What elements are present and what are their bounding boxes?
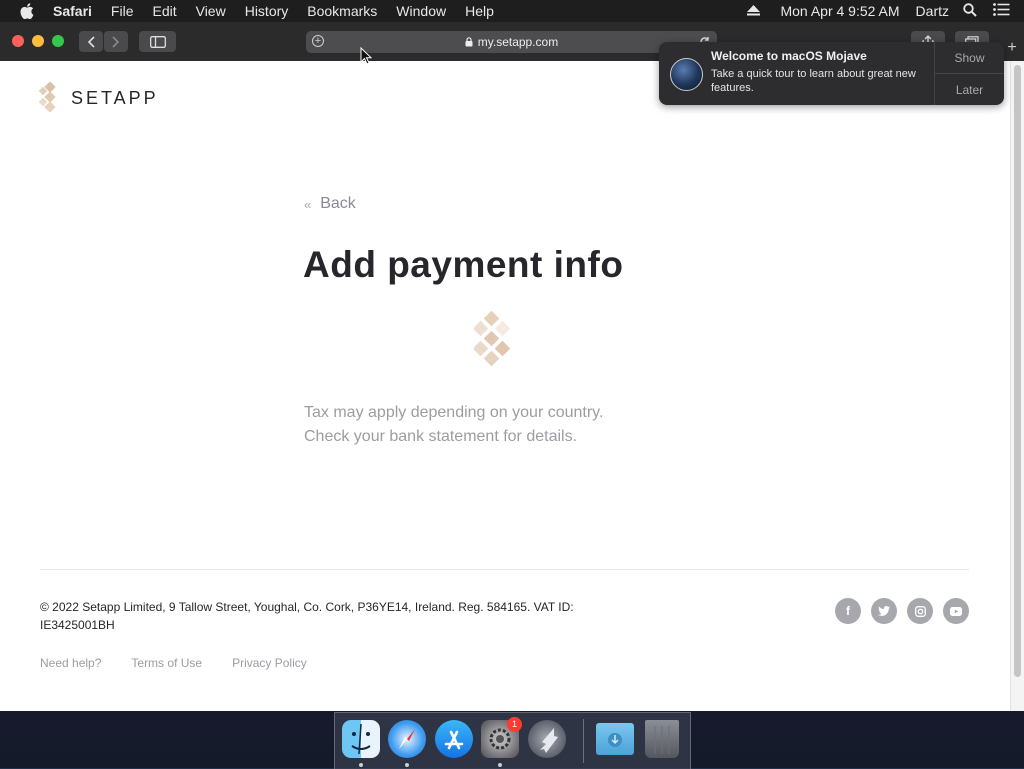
tax-note-line-1: Tax may apply depending on your country. xyxy=(304,404,604,421)
menu-clock[interactable]: Mon Apr 4 9:52 AM xyxy=(780,3,899,19)
back-nav-button[interactable] xyxy=(79,31,103,52)
notification-body: Take a quick tour to learn about great n… xyxy=(711,68,916,94)
menu-bar: Safari File Edit View History Bookmarks … xyxy=(0,0,1024,22)
footer-divider xyxy=(40,569,969,570)
copyright-text: © 2022 Setapp Limited, 9 Tallow Street, … xyxy=(40,600,574,632)
safari-dock-icon[interactable] xyxy=(388,720,426,758)
forward-nav-button[interactable] xyxy=(104,31,128,52)
lock-icon xyxy=(465,37,473,47)
menu-history[interactable]: History xyxy=(245,0,289,22)
notification-later-button[interactable]: Later xyxy=(935,83,1004,97)
page-scrollbar[interactable] xyxy=(1010,61,1024,711)
youtube-icon[interactable] xyxy=(943,598,969,624)
apple-menu-icon[interactable] xyxy=(20,3,34,19)
terms-link[interactable]: Terms of Use xyxy=(131,656,202,670)
tax-note: Tax may apply depending on your country.… xyxy=(304,401,603,449)
running-indicator-system-preferences xyxy=(498,763,502,767)
page-title: Add payment info xyxy=(303,244,624,285)
eject-icon[interactable] xyxy=(747,3,761,19)
update-badge: 1 xyxy=(507,717,522,732)
menu-edit[interactable]: Edit xyxy=(152,0,176,22)
help-link[interactable]: Need help? xyxy=(40,656,101,670)
app-store-icon[interactable] xyxy=(435,720,473,758)
window-close-button[interactable] xyxy=(12,35,24,47)
web-page: SETAPP « Back Add payment info Tax may a… xyxy=(0,61,1010,711)
macos-mojave-icon xyxy=(670,58,703,91)
notification-center-icon[interactable] xyxy=(993,3,1010,19)
menu-view[interactable]: View xyxy=(196,0,226,22)
footer-links: Need help? Terms of Use Privacy Policy xyxy=(40,656,337,670)
menu-bookmarks[interactable]: Bookmarks xyxy=(307,0,377,22)
window-minimize-button[interactable] xyxy=(32,35,44,47)
chevron-right-icon xyxy=(112,35,120,48)
menu-help[interactable]: Help xyxy=(465,0,494,22)
menu-file[interactable]: File xyxy=(111,0,134,22)
mojave-notification[interactable]: Welcome to macOS Mojave Take a quick tou… xyxy=(659,42,1004,105)
sidebar-icon xyxy=(149,35,166,48)
running-indicator-finder xyxy=(359,763,363,767)
notification-action-divider xyxy=(935,73,1004,74)
privacy-link[interactable]: Privacy Policy xyxy=(232,656,307,670)
window-zoom-button[interactable] xyxy=(52,35,64,47)
brand-name[interactable]: SETAPP xyxy=(71,88,159,109)
url-text: my.setapp.com xyxy=(477,35,559,49)
twitter-icon[interactable] xyxy=(871,598,897,624)
trash-icon[interactable] xyxy=(645,720,679,758)
chevron-left-icon xyxy=(87,35,95,48)
double-chevron-left-icon: « xyxy=(304,196,312,212)
menu-app-name[interactable]: Safari xyxy=(53,0,92,22)
loading-spinner-icon xyxy=(474,310,511,367)
facebook-icon[interactable]: f xyxy=(835,598,861,624)
finder-icon[interactable] xyxy=(342,720,380,758)
scrollbar-thumb[interactable] xyxy=(1014,65,1021,677)
sidebar-toggle-button[interactable] xyxy=(139,31,176,52)
new-tab-plus-icon[interactable]: + xyxy=(312,35,324,47)
tax-note-line-2: Check your bank statement for details. xyxy=(304,428,578,445)
back-label: Back xyxy=(320,195,356,212)
notification-title: Welcome to macOS Mojave xyxy=(711,49,867,63)
spotlight-search-icon[interactable] xyxy=(963,2,977,20)
instagram-icon[interactable] xyxy=(907,598,933,624)
dock: 1 xyxy=(334,712,691,769)
downloads-folder-icon[interactable] xyxy=(596,723,634,755)
back-link[interactable]: « Back xyxy=(304,195,356,213)
menu-user[interactable]: Dartz xyxy=(916,3,949,19)
setapp-logo-icon xyxy=(39,82,56,113)
dock-separator xyxy=(583,719,584,763)
notification-show-button[interactable]: Show xyxy=(935,51,1004,65)
launchpad-icon[interactable] xyxy=(528,720,566,758)
menu-window[interactable]: Window xyxy=(396,0,446,22)
mouse-cursor-icon xyxy=(360,47,372,65)
running-indicator-safari xyxy=(405,763,409,767)
